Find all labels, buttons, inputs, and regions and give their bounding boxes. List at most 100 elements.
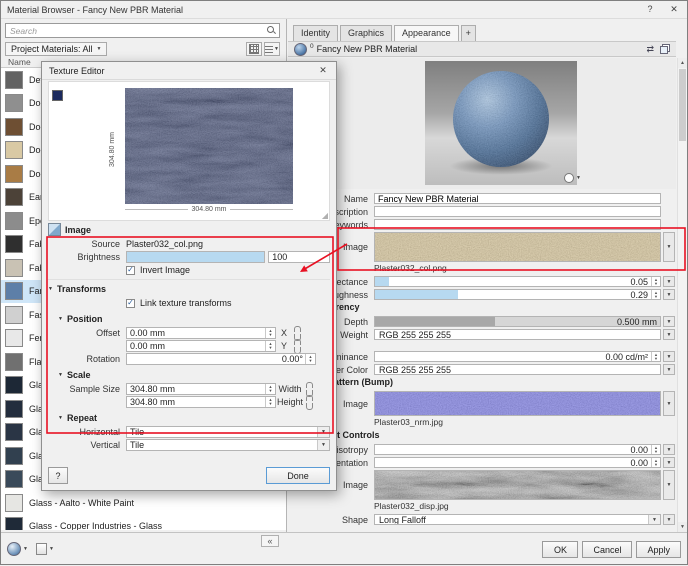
offset-y-spinner[interactable]: ▲ ▼ — [265, 341, 275, 351]
luminance-options-button[interactable]: ▼ — [663, 351, 675, 362]
material-thumb — [5, 235, 23, 254]
ok-button[interactable]: OK — [542, 541, 579, 558]
bump-section-header[interactable]: Relief Pattern (Bump) — [301, 377, 675, 388]
roughness-options-button[interactable]: ▼ — [663, 289, 675, 300]
luminance-row: Luminance 0.00 cd/m² ▲ ▼ ▼ — [288, 351, 675, 362]
keywords-field[interactable] — [375, 220, 660, 229]
shape-dropdown[interactable]: Long Falloff ▼ — [374, 514, 661, 525]
filter-color-field[interactable]: RGB 255 255 255 — [374, 364, 661, 375]
sample-width-value: 304.80 mm — [130, 384, 176, 394]
filter-color-options-button[interactable]: ▼ — [663, 364, 675, 375]
rotation-field[interactable]: 0.00° ▲ ▼ — [126, 353, 316, 365]
done-button[interactable]: Done — [266, 467, 330, 484]
orientation-row: Orientation 0.00 ▲ ▼ ▼ — [288, 457, 675, 468]
scroll-down-icon[interactable]: ▼ — [678, 522, 687, 532]
sample-width-spinner[interactable]: ▲ ▼ — [265, 384, 275, 394]
texture-preview-image[interactable] — [125, 88, 293, 204]
name-column-header[interactable]: Name — [8, 57, 31, 67]
material-list-item[interactable]: Glass - Aalto - White Paint — [1, 491, 286, 515]
tab-graphics[interactable]: Graphics — [340, 25, 393, 42]
reflectance-options-button[interactable]: ▼ — [663, 276, 675, 287]
anisotropy-options-button[interactable]: ▼ — [663, 444, 675, 455]
tab-appearance[interactable]: Appearance — [394, 25, 459, 42]
position-section-header[interactable]: ▼ Position — [58, 312, 330, 325]
sample-width-field[interactable]: 304.80 mm ▲ ▼ — [126, 383, 276, 395]
roughness-spinner[interactable]: ▲ ▼ — [651, 290, 660, 299]
create-material-button[interactable]: ▼ — [7, 542, 28, 556]
orientation-options-button[interactable]: ▼ — [663, 457, 675, 468]
weight-field[interactable]: RGB 255 255 255 — [374, 329, 661, 340]
depth-row: Depth 0.500 mm ▼ — [288, 316, 675, 327]
bump-image-options-button[interactable]: ▼ — [663, 391, 675, 416]
reflectance-slider[interactable]: 0.05 ▲ ▼ — [374, 276, 661, 287]
collapse-pane-button[interactable]: « — [261, 535, 279, 547]
source-value[interactable]: Plaster032_col.png — [126, 239, 203, 249]
add-tab-button[interactable]: + — [460, 25, 476, 42]
appearance-scrollbar[interactable]: ▲ ▼ — [677, 58, 687, 532]
depth-options-button[interactable]: ▼ — [663, 316, 675, 327]
offset-x-field[interactable]: 0.00 mm ▲ ▼ — [126, 327, 276, 339]
texture-editor-help-button[interactable]: ? — [48, 467, 68, 484]
cancel-button[interactable]: Cancel — [582, 541, 633, 558]
link-transforms-checkbox[interactable]: ✓ — [126, 298, 135, 308]
grid-view-button[interactable] — [246, 42, 262, 56]
chevron-down-icon: ▼ — [23, 546, 28, 552]
close-icon[interactable]: ✕ — [667, 4, 681, 15]
brightness-value-field[interactable]: 100 — [268, 251, 330, 263]
tab-identity[interactable]: Identity — [293, 25, 339, 42]
apply-button[interactable]: Apply — [636, 541, 681, 558]
highlight-texture-swatch[interactable] — [374, 470, 661, 500]
anisotropy-field[interactable]: 0.00 ▲ ▼ — [374, 444, 661, 455]
luminance-field[interactable]: 0.00 cd/m² ▲ ▼ — [374, 351, 661, 362]
reflectance-spinner[interactable]: ▲ ▼ — [651, 277, 660, 286]
anisotropy-spinner[interactable]: ▲ ▼ — [651, 445, 660, 454]
description-field[interactable] — [375, 207, 660, 216]
horizontal-repeat-dropdown[interactable]: Tile ▼ — [126, 426, 330, 438]
sample-height-spinner[interactable]: ▲ ▼ — [265, 397, 275, 407]
orientation-spinner[interactable]: ▲ ▼ — [651, 458, 660, 467]
texture-editor-close-icon[interactable]: ✕ — [317, 65, 329, 76]
offset-x-spinner[interactable]: ▲ ▼ — [265, 328, 275, 338]
list-view-button[interactable]: ▼ — [264, 42, 280, 56]
highlight-image-options-button[interactable]: ▼ — [663, 470, 675, 500]
help-icon[interactable]: ? — [643, 4, 657, 15]
duplicate-asset-icon[interactable] — [660, 44, 670, 54]
sample-height-field[interactable]: 304.80 mm ▲ ▼ — [126, 396, 276, 408]
material-name-field[interactable] — [374, 193, 661, 204]
repeat-section-header[interactable]: ▼ Repeat — [58, 411, 330, 424]
invert-image-checkbox[interactable]: ✓ — [126, 265, 135, 275]
offset-y-field[interactable]: 0.00 mm ▲ ▼ — [126, 340, 276, 352]
rotation-spinner[interactable]: ▲ ▼ — [305, 354, 315, 364]
scroll-up-icon[interactable]: ▲ — [678, 58, 687, 68]
scale-section-header[interactable]: ▼ Scale — [58, 368, 330, 381]
image-row: Image ▼ — [288, 232, 675, 262]
orientation-field[interactable]: 0.00 ▲ ▼ — [374, 457, 661, 468]
roughness-value: 0.29 — [630, 289, 648, 300]
replace-asset-icon[interactable]: ⇄ — [646, 44, 654, 55]
brightness-slider[interactable] — [126, 251, 266, 263]
highlight-section-header[interactable]: Highlight Controls — [301, 430, 675, 441]
project-materials-filter-button[interactable]: Project Materials: All ▼ — [5, 42, 108, 56]
depth-slider[interactable]: 0.500 mm — [374, 316, 661, 327]
material-thumb — [5, 376, 23, 395]
weight-options-button[interactable]: ▼ — [663, 329, 675, 340]
open-library-button[interactable]: ▼ — [35, 543, 54, 555]
resize-grip-icon[interactable]: ◢ — [322, 212, 328, 220]
transforms-section-header[interactable]: ▼ Transforms — [48, 279, 330, 295]
render-quality-button[interactable]: ▼ — [564, 173, 581, 183]
material-thumb — [5, 517, 23, 530]
transparency-section-header[interactable]: Transparency — [301, 302, 675, 313]
vertical-repeat-dropdown[interactable]: Tile ▼ — [126, 439, 330, 451]
chevron-down-icon: ▼ — [666, 318, 672, 325]
chevron-down-icon: ▼ — [666, 366, 672, 373]
image-options-button[interactable]: ▼ — [663, 232, 675, 262]
material-thumb — [5, 423, 23, 442]
roughness-slider[interactable]: 0.29 ▲ ▼ — [374, 289, 661, 300]
shape-options-button[interactable]: ▼ — [663, 514, 675, 525]
search-input[interactable] — [5, 23, 280, 38]
scrollbar-thumb[interactable] — [679, 69, 686, 141]
diffuse-texture-swatch[interactable] — [374, 232, 661, 262]
material-list-item[interactable]: Glass - Copper Industries - Glass — [1, 515, 286, 530]
luminance-spinner[interactable]: ▲ ▼ — [651, 352, 660, 361]
bump-texture-swatch[interactable] — [374, 391, 661, 416]
